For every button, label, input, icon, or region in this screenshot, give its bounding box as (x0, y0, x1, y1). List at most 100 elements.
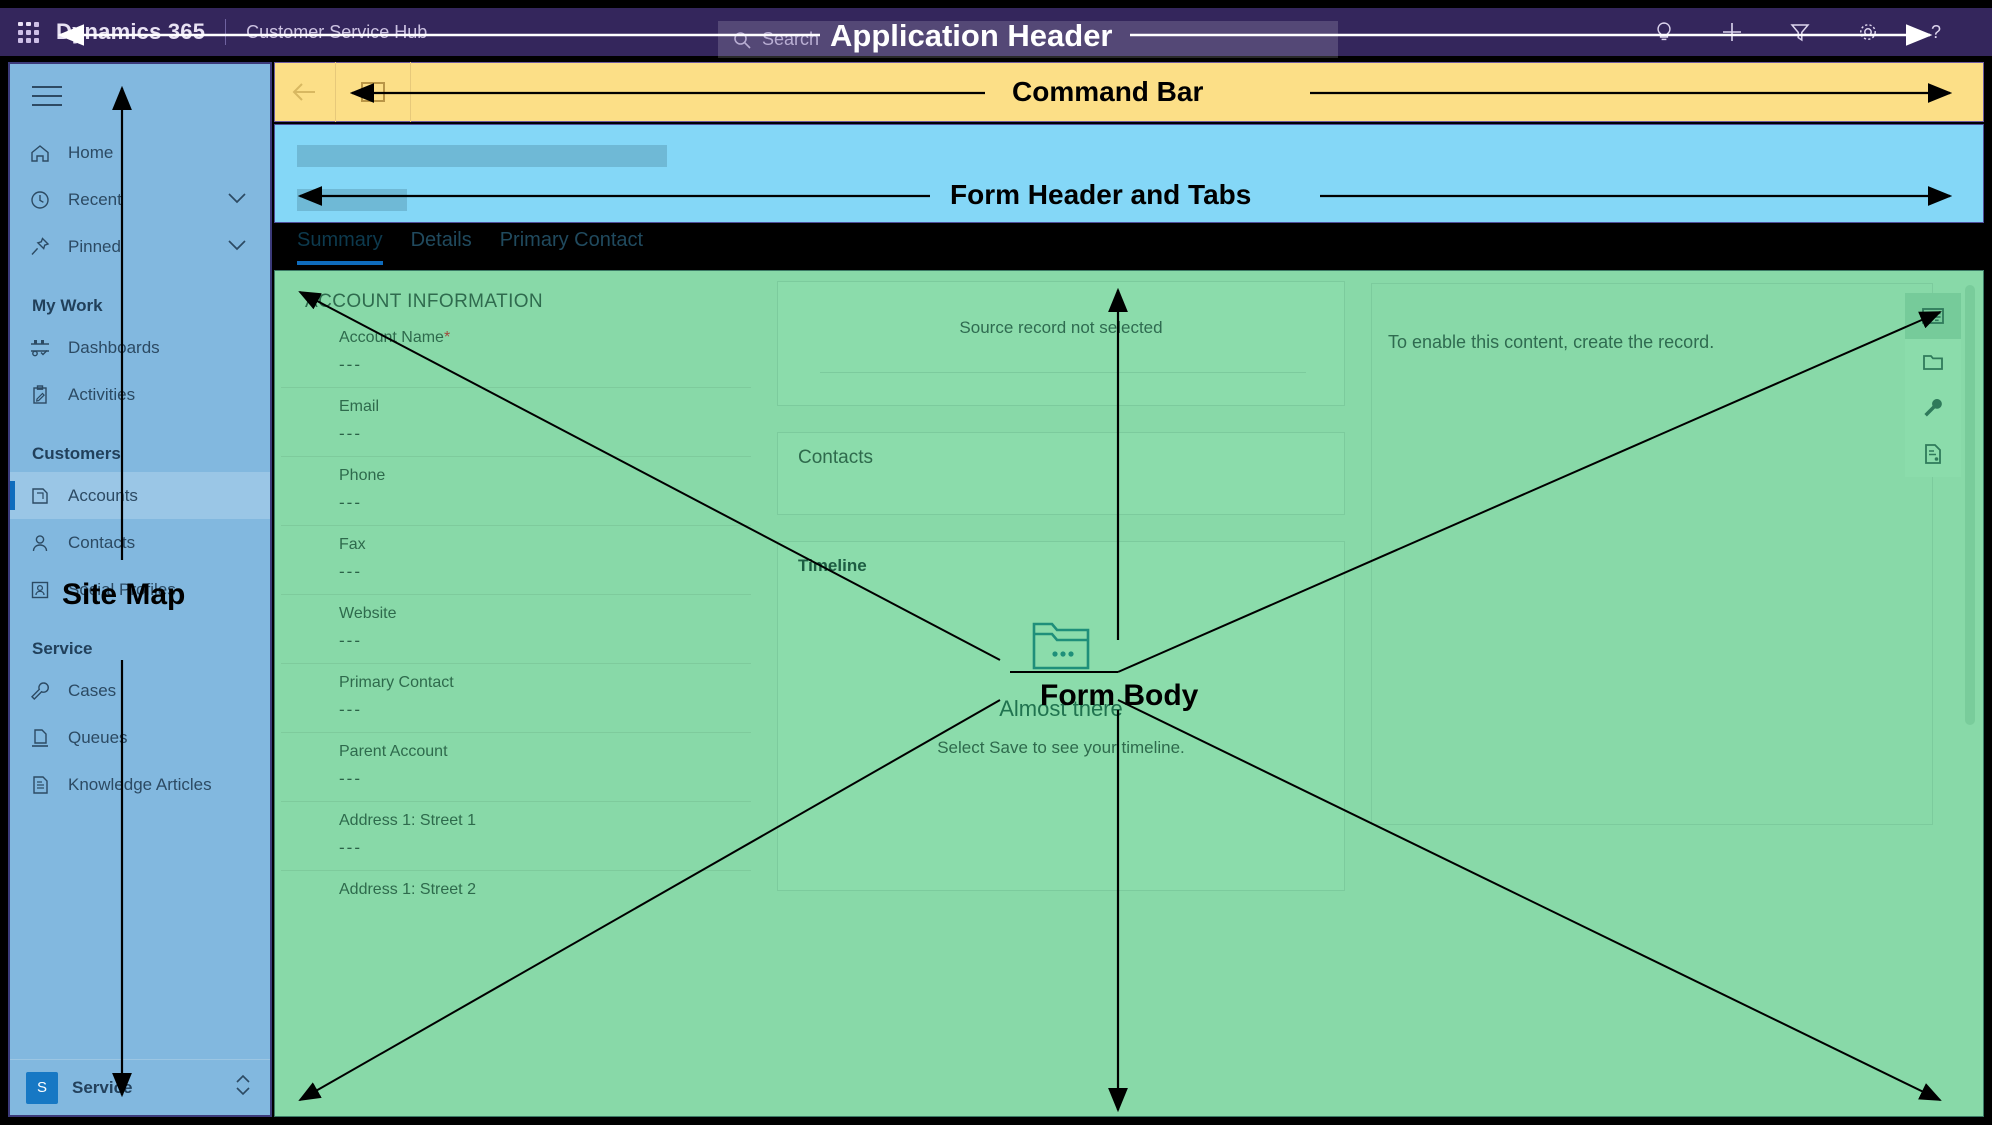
field-label: Primary Contact (339, 674, 454, 691)
field-fax[interactable]: Fax --- (281, 526, 751, 595)
annotation-application-header: Application Header (830, 18, 1113, 53)
contacts-card[interactable]: Contacts (777, 432, 1345, 515)
up-down-chevron-icon[interactable] (232, 1072, 254, 1103)
field-label: Fax (339, 536, 366, 553)
lightbulb-icon[interactable] (1652, 20, 1676, 44)
field-parent-account[interactable]: Parent Account --- (281, 733, 751, 802)
clock-icon (28, 188, 52, 212)
sidebar-item-label: Queues (68, 727, 128, 747)
vertical-scrollbar[interactable] (1965, 285, 1975, 725)
sidebar-item-label: Knowledge Articles (68, 774, 212, 794)
svg-text:?: ? (1931, 22, 1941, 42)
field-value: --- (339, 631, 362, 650)
sidebar-item-contacts[interactable]: Contacts (10, 519, 270, 566)
field-website[interactable]: Website --- (281, 595, 751, 664)
sidebar-item-label: Dashboards (68, 337, 160, 357)
record-title-placeholder (297, 145, 667, 167)
field-value: --- (339, 700, 362, 719)
field-account-name[interactable]: Account Name* --- (281, 319, 751, 388)
new-record-icon[interactable] (336, 82, 410, 102)
enable-content-text: To enable this content, create the recor… (1388, 332, 1715, 352)
source-record-text: Source record not selected (959, 318, 1163, 337)
field-label: Account Name* (339, 329, 451, 346)
annotation-form-header-tabs: Form Header and Tabs (950, 179, 1252, 210)
contacts-card-title: Contacts (798, 447, 873, 468)
annotation-command-bar: Command Bar (1012, 76, 1204, 107)
section-title: ACCOUNT INFORMATION (305, 291, 544, 312)
source-record-card[interactable]: Source record not selected (777, 281, 1345, 406)
field-primary-contact[interactable]: Primary Contact --- (281, 664, 751, 733)
sidebar-group-my-work: My Work (32, 296, 103, 315)
queues-icon (28, 726, 52, 750)
question-icon[interactable]: ? (1924, 20, 1948, 44)
brand-title[interactable]: Dynamics 365 (56, 19, 205, 45)
field-address1-street1[interactable]: Address 1: Street 1 --- (281, 802, 751, 871)
waffle-icon[interactable] (0, 21, 56, 43)
hamburger-icon[interactable] (32, 86, 62, 106)
screenshot-root: Dynamics 365 Customer Service Hub Search (0, 0, 1992, 1125)
folder-icon[interactable] (1905, 339, 1961, 385)
sidebar-item-pinned[interactable]: Pinned (10, 223, 270, 270)
sidebar-item-recent[interactable]: Recent (10, 176, 270, 223)
sidebar-item-label: Accounts (68, 485, 138, 505)
field-label: Email (339, 398, 380, 415)
sidebar-item-activities[interactable]: Activities (10, 371, 270, 418)
dashboards-icon (28, 336, 52, 360)
sidebar-item-queues[interactable]: Queues (10, 714, 270, 761)
sidebar-group-service: Service (32, 639, 93, 658)
social-profile-icon (28, 578, 52, 602)
field-label: Website (339, 605, 397, 622)
plus-icon[interactable] (1720, 20, 1744, 44)
document-icon[interactable] (1905, 431, 1961, 477)
search-icon (734, 31, 751, 49)
sidebar-item-accounts[interactable]: Accounts (10, 472, 270, 519)
header-divider (225, 19, 227, 45)
sidebar-item-home[interactable]: Home (10, 129, 270, 176)
activities-icon (28, 383, 52, 407)
field-label: Phone (339, 467, 386, 484)
field-address1-street2[interactable]: Address 1: Street 2 (281, 871, 751, 901)
field-value: --- (339, 424, 362, 443)
record-subtitle-placeholder (297, 189, 407, 211)
home-icon (28, 141, 52, 165)
related-content-card[interactable]: To enable this content, create the recor… (1371, 283, 1933, 825)
field-email[interactable]: Email --- (281, 388, 751, 457)
wrench-icon[interactable] (1905, 385, 1961, 431)
chevron-down-icon[interactable] (226, 237, 248, 257)
sidebar-group-customers: Customers (32, 444, 121, 463)
sidebar-item-label: Contacts (68, 532, 136, 552)
header-icon-group: ? (1652, 8, 1974, 56)
contact-card-icon[interactable] (1905, 293, 1961, 339)
article-icon (28, 773, 52, 797)
source-record-divider (820, 372, 1306, 373)
sidebar-item-label: Activities (68, 384, 136, 404)
filter-icon[interactable] (1788, 20, 1812, 44)
sidebar-item-dashboards[interactable]: Dashboards (10, 324, 270, 371)
tab-primary-contact[interactable]: Primary Contact (500, 229, 643, 265)
tab-summary[interactable]: Summary (297, 229, 383, 265)
right-rail (1905, 293, 1961, 477)
field-label: Address 1: Street 1 (339, 812, 476, 829)
app-switcher[interactable]: S Service (10, 1059, 270, 1115)
command-bar-divider (410, 62, 411, 122)
tab-details[interactable]: Details (411, 229, 472, 265)
sidebar-item-label: Recent (68, 189, 122, 209)
sidebar-item-label: Home (68, 142, 114, 162)
field-value: --- (339, 769, 362, 788)
app-name[interactable]: Customer Service Hub (246, 22, 427, 43)
annotation-form-body: Form Body (1040, 679, 1199, 712)
timeline-card[interactable]: Timeline Almost there Select Save to see… (777, 541, 1345, 891)
account-information-section: ACCOUNT INFORMATION Account Name* --- Em… (281, 281, 751, 1116)
wrench-icon (28, 679, 52, 703)
gear-icon[interactable] (1856, 20, 1880, 44)
sidebar-item-cases[interactable]: Cases (10, 667, 270, 714)
pin-icon (28, 235, 52, 259)
chevron-down-icon[interactable] (226, 190, 248, 210)
sidebar-item-knowledge-articles[interactable]: Knowledge Articles (10, 761, 270, 808)
field-value: --- (339, 493, 362, 512)
field-value: --- (339, 562, 362, 581)
sidebar-item-label: Pinned (68, 236, 121, 256)
field-phone[interactable]: Phone --- (281, 457, 751, 526)
back-arrow-icon[interactable] (275, 80, 335, 104)
profile-name: Service (72, 1077, 133, 1097)
